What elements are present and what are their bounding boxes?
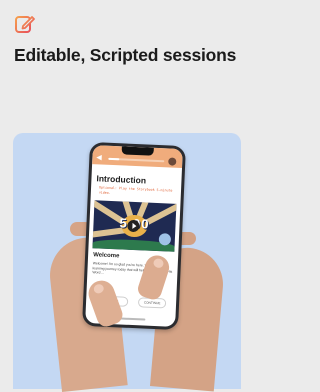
section-title: Welcome [92, 252, 120, 260]
thumbnail-nail [92, 282, 105, 295]
feature-card: Editable, Scripted sessions ◀ Introducti… [0, 0, 247, 392]
thumbnail-nail [152, 257, 165, 270]
app-header: ◀ [92, 145, 183, 169]
play-icon [132, 222, 137, 230]
lesson-subtitle: Optional: Play the Storybook 5-minute vi… [98, 185, 173, 195]
avatar[interactable] [168, 157, 177, 166]
video-player[interactable]: 5:00 [92, 200, 177, 252]
edit-icon [15, 16, 35, 33]
lesson-progress-bar [108, 157, 165, 163]
lesson-progress-fill [108, 157, 120, 161]
card-heading: Editable, Scripted sessions [14, 45, 237, 65]
lesson-title: Introduction [96, 173, 147, 186]
back-arrow-icon[interactable]: ◀ [96, 154, 104, 162]
phone-notch [121, 146, 154, 156]
